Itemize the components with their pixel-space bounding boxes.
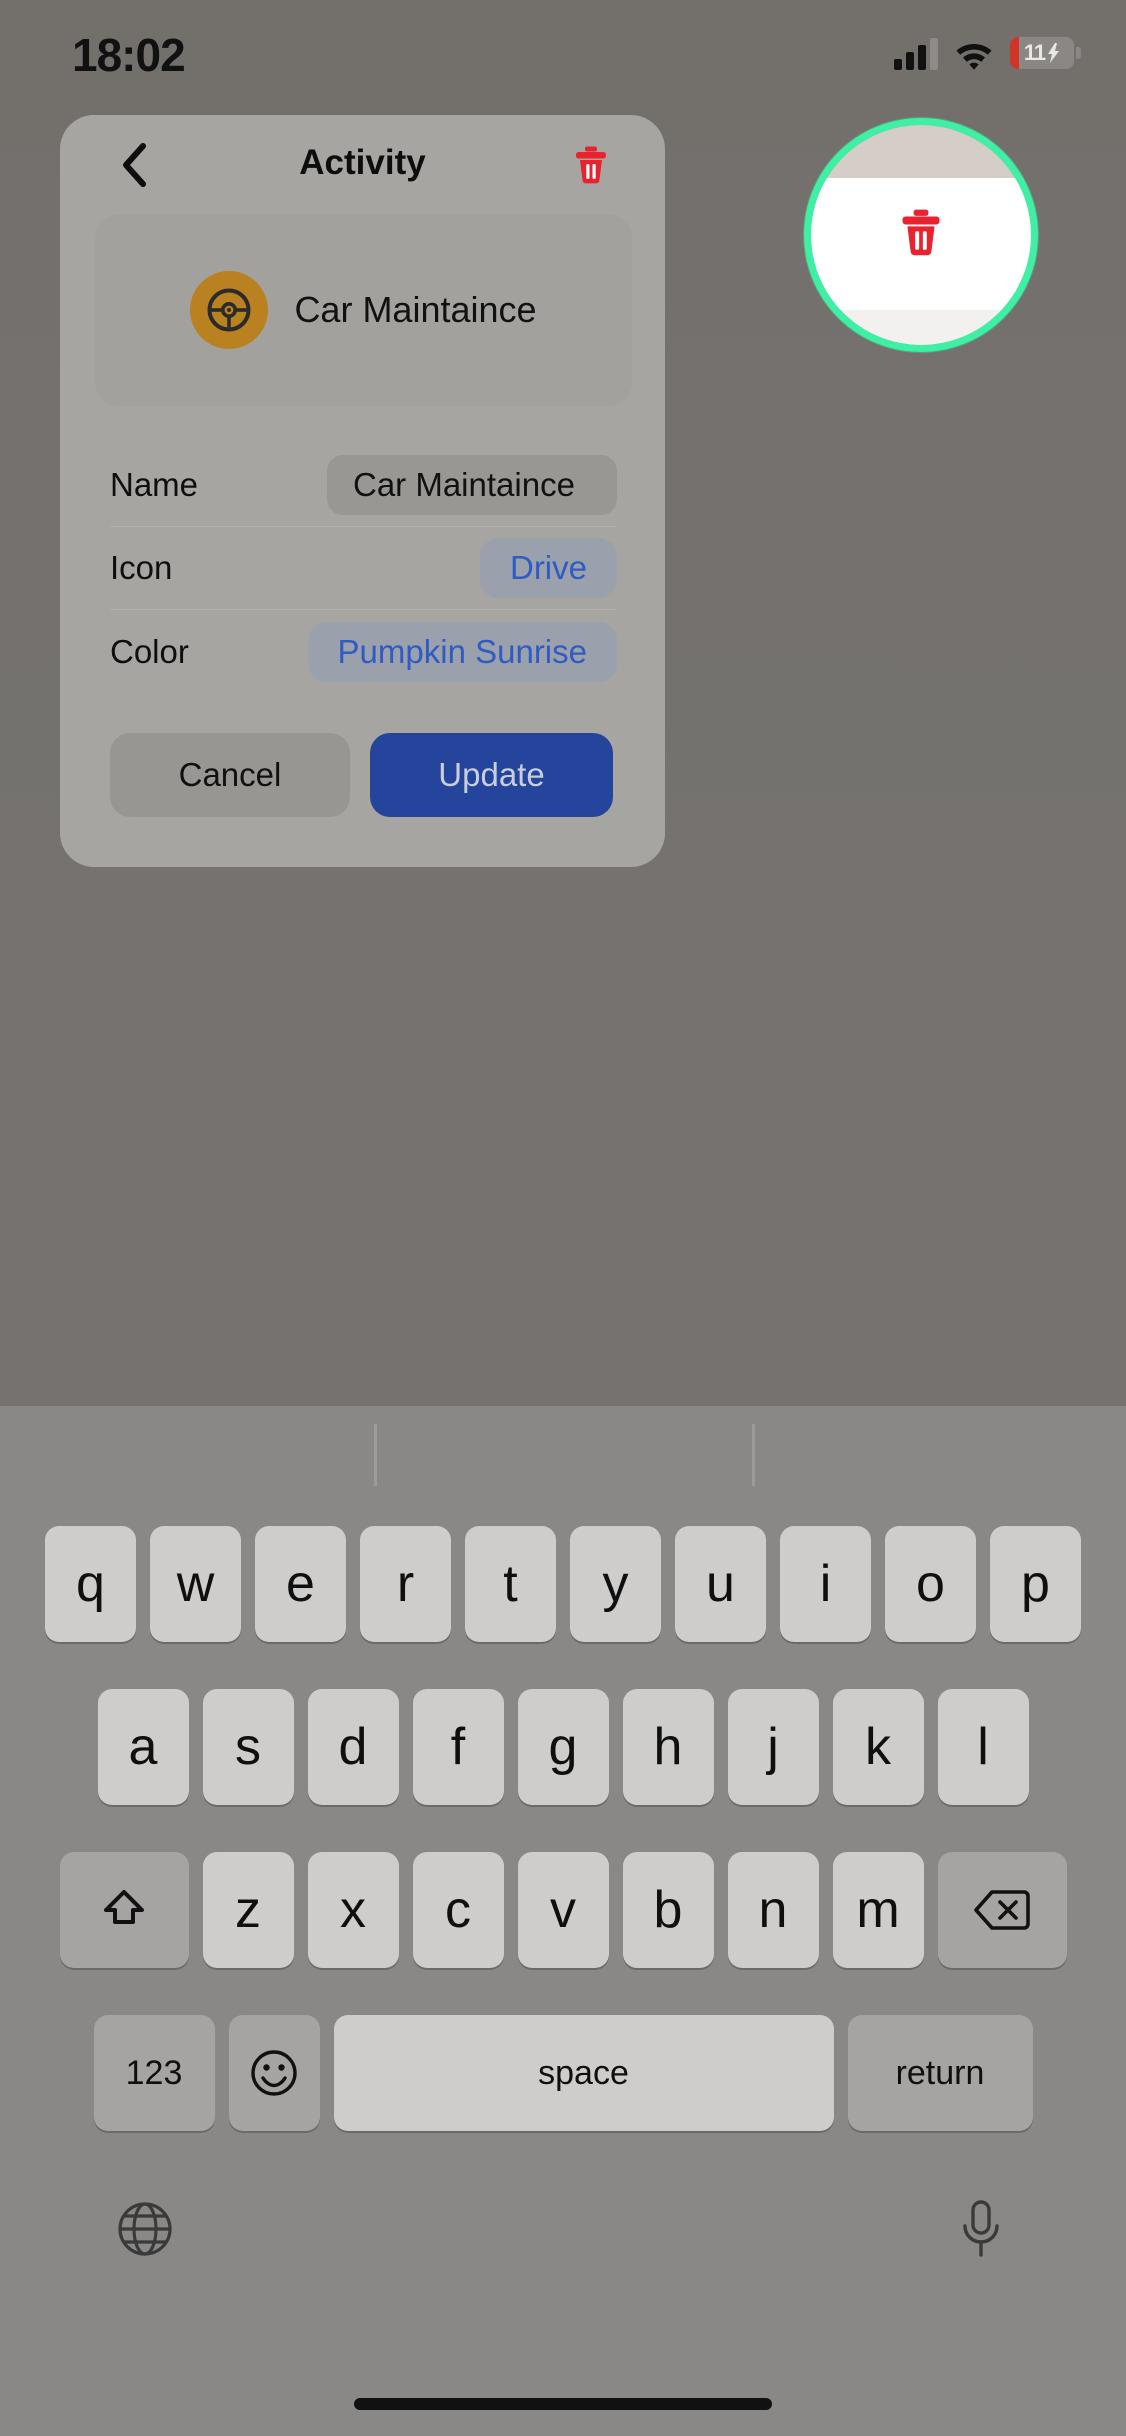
key-w[interactable]: w bbox=[150, 1526, 241, 1642]
key-u[interactable]: u bbox=[675, 1526, 766, 1642]
wifi-icon bbox=[954, 36, 994, 70]
key-v[interactable]: v bbox=[517, 1852, 609, 1968]
trash-icon bbox=[576, 146, 606, 184]
highlighted-trash-icon[interactable] bbox=[900, 208, 942, 263]
key-t[interactable]: t bbox=[465, 1526, 556, 1642]
activity-preview-row: Car Maintaince bbox=[190, 271, 537, 349]
status-bar: 18:02 11 bbox=[0, 0, 1126, 110]
activity-form: Name Car Maintaince Icon Drive Color Pum… bbox=[110, 444, 617, 693]
delete-activity-button[interactable] bbox=[563, 137, 619, 193]
cancel-button[interactable]: Cancel bbox=[110, 733, 350, 817]
modal-header: Activity bbox=[60, 115, 665, 215]
home-indicator bbox=[354, 2398, 772, 2410]
keyboard-bottom-bar bbox=[0, 2181, 1126, 2301]
return-key[interactable]: return bbox=[847, 2015, 1033, 2131]
name-input[interactable]: Car Maintaince bbox=[327, 455, 617, 515]
color-picker-button[interactable]: Pumpkin Sunrise bbox=[307, 621, 617, 682]
tap-highlight-circle bbox=[804, 118, 1038, 352]
microphone-icon bbox=[963, 2200, 999, 2257]
emoji-key[interactable] bbox=[228, 2015, 320, 2131]
key-h[interactable]: h bbox=[622, 1689, 714, 1805]
form-row-color: Color Pumpkin Sunrise bbox=[110, 610, 617, 693]
cellular-bars-icon bbox=[894, 36, 938, 70]
trash-icon bbox=[902, 209, 940, 256]
keyboard-row-2: asdfghjkl bbox=[0, 1689, 1126, 1805]
field-label-color: Color bbox=[110, 632, 189, 670]
key-s[interactable]: s bbox=[202, 1689, 294, 1805]
key-e[interactable]: e bbox=[255, 1526, 346, 1642]
shift-up-icon bbox=[104, 1890, 144, 1924]
steering-wheel-icon bbox=[207, 288, 251, 332]
key-y[interactable]: y bbox=[570, 1526, 661, 1642]
key-c[interactable]: c bbox=[412, 1852, 504, 1968]
battery-charging-icon: 11 bbox=[1010, 37, 1081, 69]
keyboard-row-1: qwertyuiop bbox=[0, 1526, 1126, 1642]
key-d[interactable]: d bbox=[307, 1689, 399, 1805]
icon-picker-button[interactable]: Drive bbox=[479, 538, 617, 598]
key-n[interactable]: n bbox=[727, 1852, 819, 1968]
update-button[interactable]: Update bbox=[370, 733, 613, 817]
keyboard-predictive-separators bbox=[0, 1424, 1126, 1494]
key-z[interactable]: z bbox=[202, 1852, 294, 1968]
predictive-divider bbox=[752, 1424, 755, 1486]
on-screen-keyboard: qwertyuiop asdfghjkl zxcvbnm 123 space r… bbox=[0, 1406, 1126, 2436]
key-l[interactable]: l bbox=[937, 1689, 1029, 1805]
keyboard-row-4: 123 space return bbox=[0, 2015, 1126, 2131]
predictive-divider bbox=[374, 1424, 377, 1486]
emoji-smiley-icon bbox=[251, 2050, 297, 2096]
backspace-icon bbox=[974, 1890, 1030, 1930]
numbers-key[interactable]: 123 bbox=[93, 2015, 215, 2131]
status-clock: 18:02 bbox=[72, 29, 186, 81]
globe-key[interactable] bbox=[105, 2189, 185, 2269]
key-q[interactable]: q bbox=[45, 1526, 136, 1642]
keyboard-row-3: zxcvbnm bbox=[0, 1852, 1126, 1968]
key-b[interactable]: b bbox=[622, 1852, 714, 1968]
form-row-name: Name Car Maintaince bbox=[110, 444, 617, 527]
key-i[interactable]: i bbox=[780, 1526, 871, 1642]
field-label-name: Name bbox=[110, 466, 199, 503]
activity-preview-name: Car Maintaince bbox=[294, 289, 537, 330]
activity-preview-card: Car Maintaince bbox=[95, 214, 632, 406]
key-r[interactable]: r bbox=[360, 1526, 451, 1642]
field-label-icon: Icon bbox=[110, 549, 173, 586]
status-indicators: 11 bbox=[894, 36, 1081, 70]
modal-actions: Cancel Update bbox=[110, 733, 617, 817]
globe-icon bbox=[118, 2202, 172, 2256]
microphone-key[interactable] bbox=[941, 2189, 1021, 2269]
space-key[interactable]: space bbox=[333, 2015, 834, 2131]
key-f[interactable]: f bbox=[412, 1689, 504, 1805]
key-a[interactable]: a bbox=[97, 1689, 189, 1805]
form-row-icon: Icon Drive bbox=[110, 527, 617, 610]
key-o[interactable]: o bbox=[885, 1526, 976, 1642]
activity-edit-modal: Activity Car Maintaince Name Car Maintai… bbox=[60, 115, 665, 867]
backspace-key[interactable] bbox=[937, 1852, 1067, 1968]
keyboard-letters-row-3: zxcvbnm bbox=[202, 1852, 924, 1968]
key-x[interactable]: x bbox=[307, 1852, 399, 1968]
key-j[interactable]: j bbox=[727, 1689, 819, 1805]
key-p[interactable]: p bbox=[990, 1526, 1081, 1642]
activity-icon-badge bbox=[190, 271, 269, 349]
key-g[interactable]: g bbox=[517, 1689, 609, 1805]
key-m[interactable]: m bbox=[832, 1852, 924, 1968]
key-k[interactable]: k bbox=[832, 1689, 924, 1805]
shift-key[interactable] bbox=[59, 1852, 189, 1968]
